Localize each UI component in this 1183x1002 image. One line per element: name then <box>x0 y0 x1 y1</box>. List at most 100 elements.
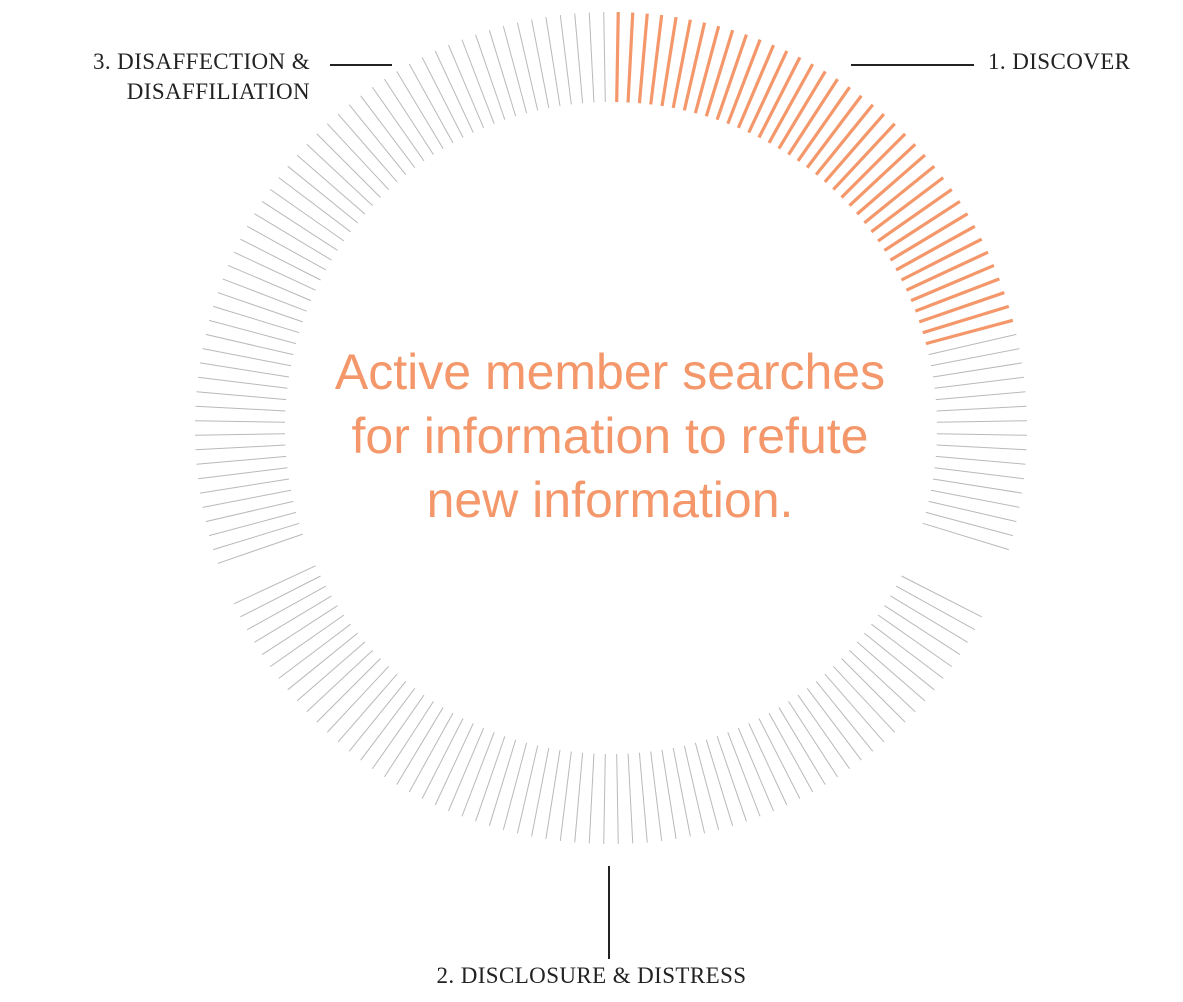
ring-tick-active <box>925 318 1014 346</box>
ring-tick <box>209 319 297 345</box>
ring-tick <box>198 376 288 389</box>
ring-tick <box>337 673 398 743</box>
ring-tick-active <box>855 153 927 216</box>
ring-tick <box>934 467 1024 480</box>
ring-tick <box>306 143 373 207</box>
ring-tick <box>360 688 416 761</box>
ring-tick <box>278 623 351 679</box>
ring-tick <box>371 694 425 770</box>
ring-tick <box>269 188 345 242</box>
ring-tick <box>371 86 425 162</box>
ring-tick-active <box>918 291 1005 324</box>
ring-tick <box>461 39 495 124</box>
ring-tick <box>287 165 358 224</box>
ring-tick <box>316 133 381 198</box>
ring-tick-active <box>832 122 896 191</box>
ring-tick-active <box>649 14 664 105</box>
disaffection-leader-line <box>330 64 392 66</box>
ring-tick <box>217 533 303 564</box>
ring-tick <box>705 739 734 826</box>
ring-tick <box>737 727 775 812</box>
stage-label-discover: 1. DISCOVER <box>988 49 1131 74</box>
ring-tick <box>650 751 663 841</box>
ring-tick <box>661 749 677 839</box>
ring-tick <box>296 154 366 215</box>
ring-tick <box>195 405 286 412</box>
ring-tick <box>196 391 287 401</box>
ring-tick <box>200 478 290 494</box>
ring-tick <box>488 739 517 826</box>
ring-tick <box>932 362 1022 378</box>
ring-tick <box>287 632 358 691</box>
ring-tick <box>461 732 495 817</box>
ring-tick <box>559 15 572 105</box>
ring-tick <box>588 12 595 103</box>
ring-tick <box>348 681 407 752</box>
ring-tick <box>488 30 517 117</box>
ring-tick <box>502 26 528 114</box>
ring-tick-active <box>693 25 721 114</box>
ring-tick <box>209 511 297 537</box>
ring-tick <box>935 455 1026 465</box>
ring-tick <box>727 732 761 817</box>
ring-tick <box>815 681 874 752</box>
ring-tick <box>447 44 485 129</box>
ring-tick <box>475 34 506 120</box>
stage-label-disaffection-line1: 3. DISAFFECTION & <box>92 49 310 74</box>
ring-tick <box>936 444 1027 451</box>
ring-tick <box>222 278 307 312</box>
ring-tick <box>475 736 506 822</box>
ring-tick <box>545 17 561 107</box>
ring-tick <box>278 177 351 233</box>
ring-tick-active <box>840 132 907 199</box>
ring-tick <box>638 752 648 843</box>
ring-tick <box>213 305 300 334</box>
ring-tick-active <box>814 103 875 176</box>
ring-tick <box>360 95 416 168</box>
ring-tick <box>797 694 851 770</box>
ring-tick <box>384 78 434 155</box>
center-message: Active member searches for information t… <box>334 344 886 528</box>
ring-tick <box>694 742 720 830</box>
ring-tick <box>603 12 606 103</box>
ring-tick <box>616 753 619 844</box>
ring-tick <box>447 727 485 812</box>
ring-tick <box>856 641 926 702</box>
ring-tick-active <box>823 112 886 184</box>
ring-tick-active <box>704 29 735 117</box>
ring-tick <box>877 614 953 668</box>
ring-tick <box>603 753 606 844</box>
ring-tick <box>198 467 288 480</box>
ring-tick-active <box>922 304 1010 335</box>
ring-tick <box>348 104 407 175</box>
ring-tick <box>196 455 287 465</box>
ring-tick <box>936 420 1027 423</box>
ring-tick-active <box>660 16 678 107</box>
ring-tick <box>716 736 747 822</box>
ring-tick <box>925 511 1013 537</box>
ring-tick <box>884 605 961 655</box>
ring-tick <box>788 701 838 778</box>
ring-tick <box>269 614 345 668</box>
ring-tick <box>871 623 944 679</box>
ring-tick <box>936 433 1027 436</box>
ring-tick <box>559 751 572 841</box>
ring-tick <box>296 641 366 702</box>
ring-tick <box>337 113 398 183</box>
ring-tick-active <box>615 12 620 103</box>
ring-tick <box>806 688 862 761</box>
ring-tick <box>588 753 595 844</box>
ring-tick-active <box>715 34 748 121</box>
ring-tick <box>217 292 303 323</box>
ring-tick <box>932 478 1022 494</box>
ring-tick <box>849 649 916 713</box>
disclosure-leader-line <box>608 866 610 959</box>
ring-tick <box>195 444 286 451</box>
stage-label-disaffection-line2: DISAFFILIATION <box>126 79 310 104</box>
ring-tick <box>832 666 896 733</box>
ring-tick <box>200 362 290 378</box>
ring-tick <box>261 201 338 251</box>
ring-tick <box>227 264 312 302</box>
ring-tick <box>316 658 381 723</box>
ring-tick <box>935 391 1026 401</box>
